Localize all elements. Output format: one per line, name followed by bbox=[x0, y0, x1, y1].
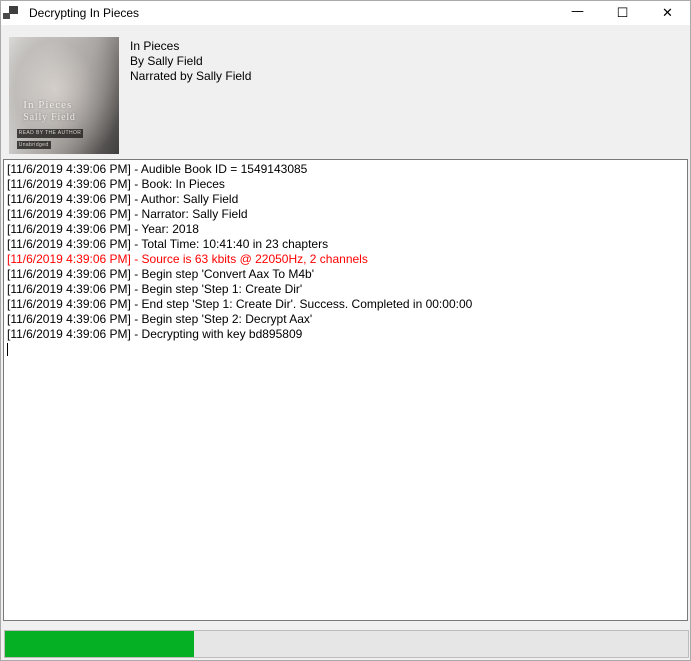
log-line: [11/6/2019 4:39:06 PM] - Decrypting with… bbox=[7, 327, 684, 342]
book-header: In Pieces Sally Field Read by the author… bbox=[9, 37, 682, 154]
log-line: [11/6/2019 4:39:06 PM] - Year: 2018 bbox=[7, 222, 684, 237]
maximize-icon: ☐ bbox=[617, 6, 629, 21]
book-info: In Pieces By Sally Field Narrated by Sal… bbox=[130, 37, 251, 154]
app-icon-square-small bbox=[3, 13, 10, 19]
minimize-icon: — bbox=[571, 4, 584, 19]
minimize-button[interactable]: — bbox=[555, 1, 600, 25]
log-line: [11/6/2019 4:39:06 PM] - Source is 63 kb… bbox=[7, 252, 684, 267]
progress-bar bbox=[4, 630, 689, 658]
book-narrator: Narrated by Sally Field bbox=[130, 69, 251, 84]
log-line: [11/6/2019 4:39:06 PM] - Begin step 'Ste… bbox=[7, 312, 684, 327]
book-cover-image: In Pieces Sally Field Read by the author… bbox=[9, 37, 119, 154]
log-line: [11/6/2019 4:39:06 PM] - Begin step 'Con… bbox=[7, 267, 684, 282]
book-author: By Sally Field bbox=[130, 54, 251, 69]
app-window: Decrypting In Pieces — ☐ ✕ In Pieces Sal… bbox=[0, 0, 691, 661]
cover-title-text: In Pieces bbox=[23, 99, 72, 111]
log-line: [11/6/2019 4:39:06 PM] - Begin step 'Ste… bbox=[7, 282, 684, 297]
close-button[interactable]: ✕ bbox=[645, 1, 690, 25]
maximize-button[interactable]: ☐ bbox=[600, 1, 645, 25]
log-line: [11/6/2019 4:39:06 PM] - Narrator: Sally… bbox=[7, 207, 684, 222]
book-title: In Pieces bbox=[130, 39, 251, 54]
app-icon-square-large bbox=[9, 6, 18, 14]
cover-unabridged-badge: Unabridged bbox=[17, 141, 51, 150]
progress-bar-fill bbox=[5, 631, 194, 657]
window-controls: — ☐ ✕ bbox=[555, 1, 690, 25]
log-line: [11/6/2019 4:39:06 PM] - Book: In Pieces bbox=[7, 177, 684, 192]
window-title: Decrypting In Pieces bbox=[29, 6, 139, 20]
log-line: [11/6/2019 4:39:06 PM] - Total Time: 10:… bbox=[7, 237, 684, 252]
title-bar[interactable]: Decrypting In Pieces — ☐ ✕ bbox=[1, 1, 690, 25]
cover-author-text: Sally Field bbox=[23, 112, 75, 123]
log-line: [11/6/2019 4:39:06 PM] - End step 'Step … bbox=[7, 297, 684, 312]
app-icon bbox=[3, 5, 19, 21]
log-line: [11/6/2019 4:39:06 PM] - Audible Book ID… bbox=[7, 162, 684, 177]
close-icon: ✕ bbox=[662, 6, 673, 21]
text-caret bbox=[7, 343, 8, 356]
log-output[interactable]: [11/6/2019 4:39:06 PM] - Audible Book ID… bbox=[3, 159, 688, 621]
cover-read-by-badge: Read by the author bbox=[17, 129, 84, 138]
log-line: [11/6/2019 4:39:06 PM] - Author: Sally F… bbox=[7, 192, 684, 207]
